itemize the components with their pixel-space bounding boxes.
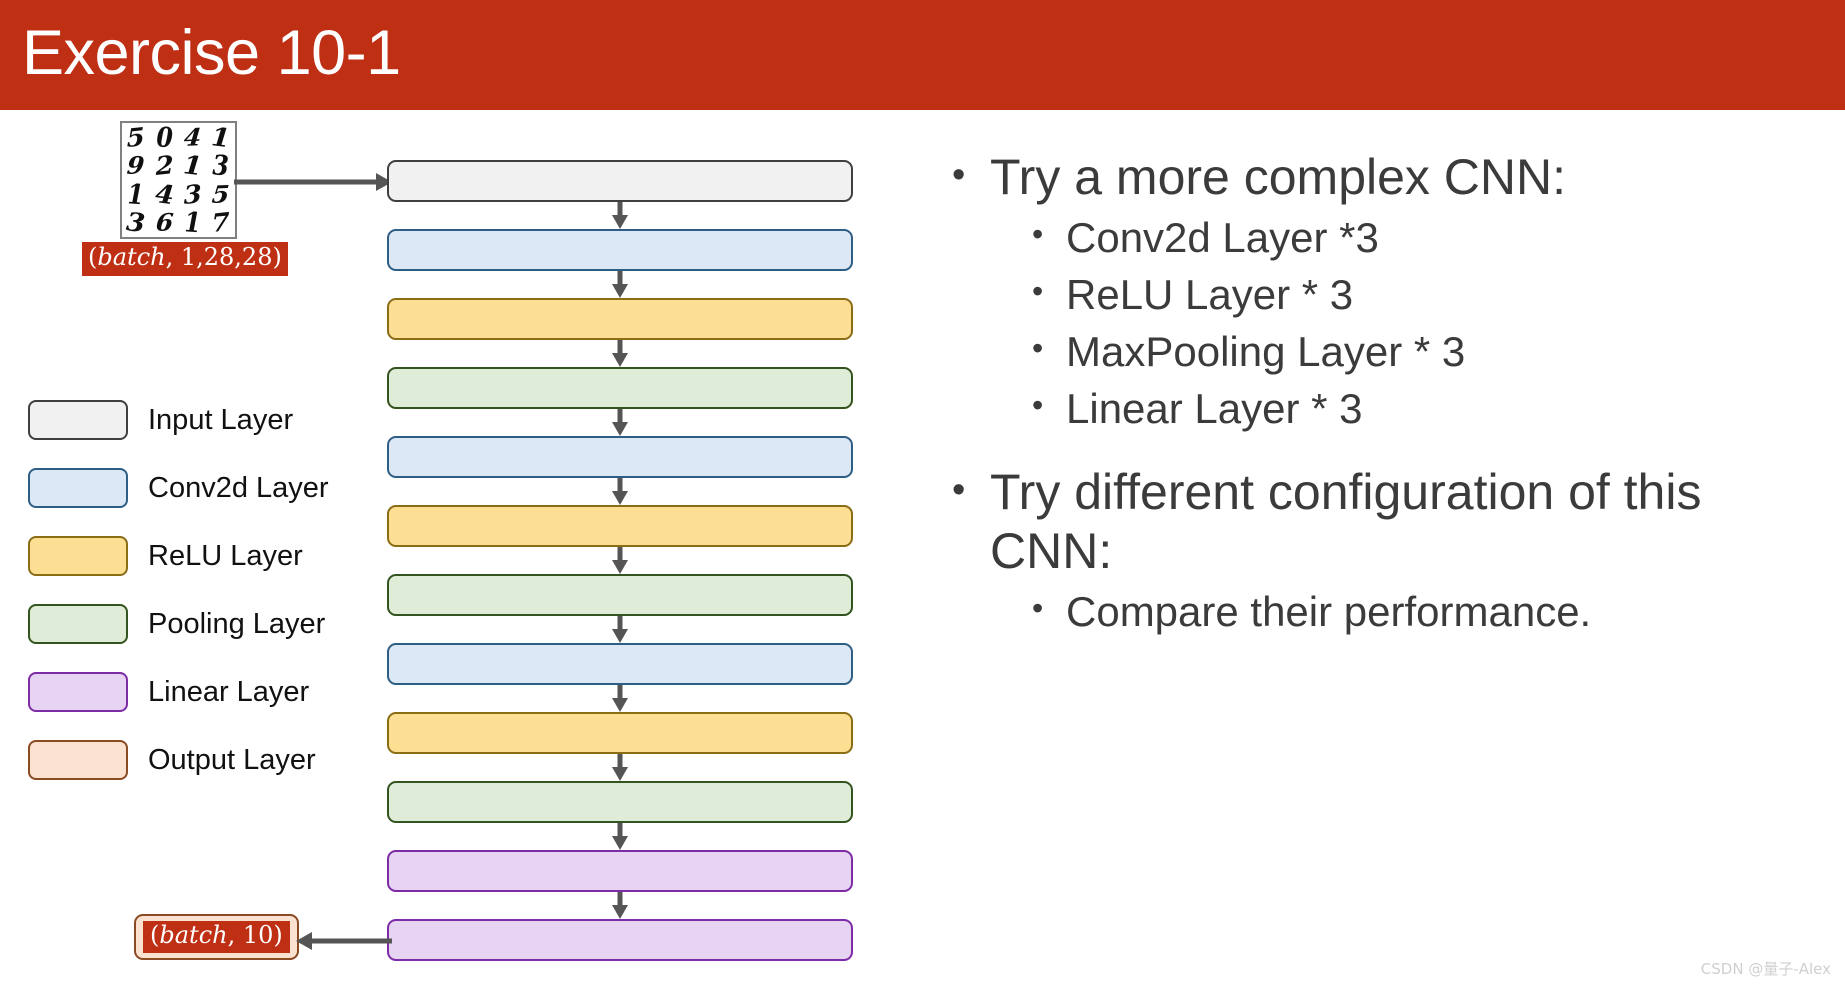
flow-box-linear-layer — [387, 919, 853, 961]
cnn-architecture-flow — [387, 160, 853, 961]
mnist-digit: 4 — [153, 178, 175, 211]
bullet-item: • Try a more complex CNN: — [952, 148, 1832, 207]
flow-connector-arrow — [387, 271, 853, 298]
mnist-digit: 0 — [155, 120, 173, 154]
legend-label-input: Input Layer — [148, 403, 294, 436]
flow-box-pooling-layer — [387, 781, 853, 823]
legend-swatch-pooling — [28, 604, 128, 644]
mnist-digit: 6 — [154, 208, 175, 237]
bullet-item: • Try different configuration of this CN… — [952, 463, 1832, 581]
flow-connector-arrow — [387, 547, 853, 574]
flow-box-relu-layer — [387, 712, 853, 754]
legend-label-output: Output Layer — [148, 743, 316, 776]
bullet-text: Try a more complex CNN: — [990, 149, 1567, 205]
bullet-marker: • — [952, 154, 966, 196]
mnist-digit: 1 — [127, 177, 145, 211]
mnist-sample-image: 5 0 4 1 9 2 1 3 1 4 3 5 3 6 1 7 — [120, 121, 237, 239]
input-shape-label: (batch, 1,28,28) — [82, 242, 288, 276]
legend-label-pooling: Pooling Layer — [148, 607, 326, 640]
output-shape-label: (batch, 10) — [143, 921, 290, 953]
bullet-item: • Linear Layer * 3 — [1032, 380, 1832, 437]
csdn-watermark: CSDN @量子-Alex — [1700, 960, 1831, 978]
legend-label-linear: Linear Layer — [148, 675, 310, 708]
flow-connector-arrow — [387, 340, 853, 367]
input-shape-dims: , 1,28,28) — [165, 243, 282, 271]
network-to-output-arrow — [296, 932, 392, 950]
bullet-marker: • — [952, 469, 966, 512]
flow-connector-arrow — [387, 685, 853, 712]
output-shape-dims: , 10) — [227, 921, 283, 949]
mnist-digit: 9 — [126, 151, 147, 180]
flow-connector-arrow — [387, 409, 853, 436]
flow-box-relu-layer — [387, 298, 853, 340]
flow-connector-arrow — [387, 892, 853, 919]
flow-connector-arrow — [387, 823, 853, 850]
flow-connector-arrow — [387, 754, 853, 781]
bullet-text: ReLU Layer * 3 — [1066, 271, 1354, 319]
bullet-text: MaxPooling Layer * 3 — [1066, 328, 1466, 376]
flow-box-input-layer — [387, 160, 853, 202]
mnist-digit: 1 — [210, 121, 232, 154]
mnist-digit: 1 — [184, 206, 202, 240]
title-banner: Exercise 10-1 — [0, 0, 1845, 110]
legend-swatch-input — [28, 400, 128, 440]
legend-swatch-relu — [28, 536, 128, 576]
bullet-text: Compare their performance. — [1066, 588, 1592, 636]
flow-connector-arrow — [387, 202, 853, 229]
input-shape-batch: batch — [97, 243, 166, 271]
legend-label-conv2d: Conv2d Layer — [148, 471, 329, 504]
exercise-instructions: • Try a more complex CNN: • Conv2d Layer… — [952, 148, 1832, 641]
mnist-digit: 3 — [125, 206, 147, 239]
mnist-digit: 5 — [126, 121, 146, 153]
output-shape-batch: batch — [159, 921, 228, 949]
flow-box-pooling-layer — [387, 367, 853, 409]
mnist-digit: 3 — [183, 178, 203, 210]
input-shape-paren-open: ( — [88, 243, 98, 271]
bullet-item: • Conv2d Layer *3 — [1032, 209, 1832, 266]
output-shape-paren-open: ( — [150, 921, 160, 949]
bullet-item: • ReLU Layer * 3 — [1032, 266, 1832, 323]
bullet-text: Try different configuration of this CNN: — [990, 464, 1702, 580]
legend-swatch-linear — [28, 672, 128, 712]
bullet-marker: • — [1032, 387, 1044, 424]
output-shape-badge: (batch, 10) — [134, 914, 299, 960]
flow-box-conv2d-layer — [387, 643, 853, 685]
legend-label-relu: ReLU Layer — [148, 539, 303, 572]
bullet-marker: • — [1032, 273, 1044, 310]
legend-item-conv2d: Conv2d Layer — [28, 454, 368, 522]
legend-item-linear: Linear Layer — [28, 658, 368, 726]
mnist-digit-grid: 5 0 4 1 9 2 1 3 1 4 3 5 3 6 1 7 — [122, 120, 235, 240]
bullet-item: • MaxPooling Layer * 3 — [1032, 323, 1832, 380]
mnist-digit: 5 — [210, 180, 231, 209]
layer-legend: Input Layer Conv2d Layer ReLU Layer Pool… — [28, 386, 368, 794]
bullet-item: • Compare their performance. — [1032, 583, 1832, 640]
flow-connector-arrow — [387, 478, 853, 505]
legend-item-output: Output Layer — [28, 726, 368, 794]
bullet-marker: • — [1032, 216, 1044, 252]
bullet-marker: • — [1032, 330, 1044, 367]
flow-box-conv2d-layer — [387, 229, 853, 271]
mnist-digit: 3 — [212, 149, 230, 183]
mnist-digit: 4 — [182, 123, 203, 152]
bullet-text: Conv2d Layer *3 — [1066, 214, 1379, 261]
input-to-network-arrow — [234, 173, 392, 191]
bullet-text: Linear Layer * 3 — [1066, 385, 1363, 433]
bullet-marker: • — [1032, 590, 1044, 627]
flow-connector-arrow — [387, 616, 853, 643]
mnist-digit: 2 — [154, 150, 174, 182]
legend-item-relu: ReLU Layer — [28, 522, 368, 590]
flow-box-conv2d-layer — [387, 436, 853, 478]
mnist-digit: 7 — [211, 207, 231, 239]
legend-swatch-output — [28, 740, 128, 780]
page-title: Exercise 10-1 — [22, 18, 401, 88]
flow-box-relu-layer — [387, 505, 853, 547]
legend-item-input: Input Layer — [28, 386, 368, 454]
legend-swatch-conv2d — [28, 468, 128, 508]
mnist-digit: 1 — [182, 149, 204, 182]
legend-item-pooling: Pooling Layer — [28, 590, 368, 658]
flow-box-pooling-layer — [387, 574, 853, 616]
flow-box-linear-layer — [387, 850, 853, 892]
